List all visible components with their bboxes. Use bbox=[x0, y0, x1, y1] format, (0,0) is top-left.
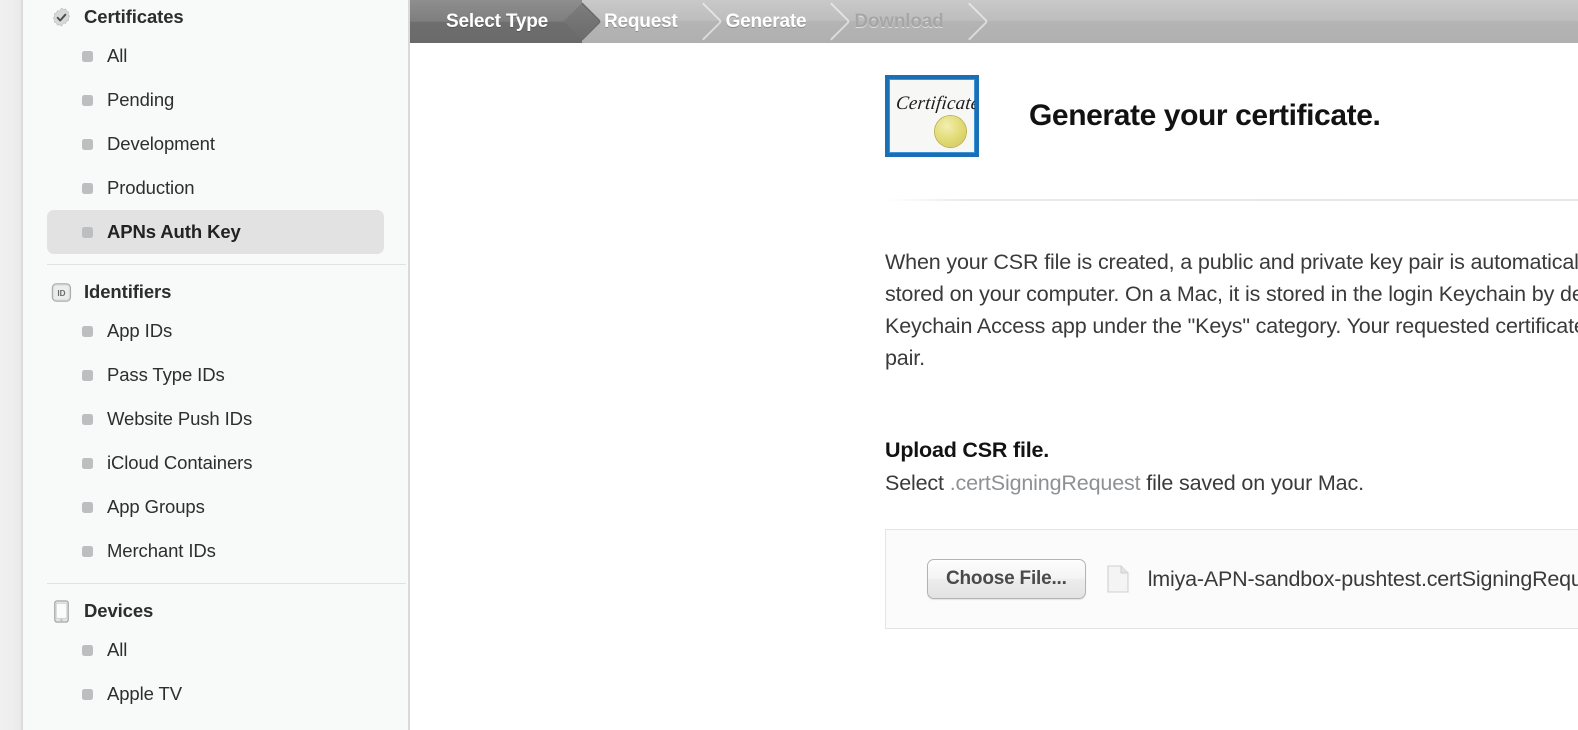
id-badge-icon: ID bbox=[51, 282, 72, 302]
step-label: Download bbox=[854, 10, 944, 32]
sidebar-item-label: Apple TV bbox=[107, 683, 182, 704]
description-paragraph: When your CSR file is created, a public … bbox=[885, 250, 1578, 370]
sidebar-item-label: App IDs bbox=[107, 320, 173, 341]
section-divider bbox=[885, 199, 1578, 201]
page-title: Generate your certificate. bbox=[1029, 99, 1381, 132]
step-download: Download bbox=[832, 0, 989, 43]
step-generate[interactable]: Generate bbox=[704, 0, 851, 43]
sidebar-item-devices-all[interactable]: All bbox=[47, 628, 384, 672]
document-file-icon bbox=[1107, 565, 1129, 593]
certificate-seal-icon bbox=[932, 113, 969, 150]
sidebar-item-website-push-ids[interactable]: Website Push IDs bbox=[47, 397, 384, 441]
step-progress-bar: Select Type Request Generate Download bbox=[410, 0, 1578, 43]
sidebar-item-certificates-production[interactable]: Production bbox=[47, 166, 384, 210]
upload-subtext-prefix: Select bbox=[885, 471, 950, 495]
sidebar-group-title: Certificates bbox=[84, 6, 184, 27]
sidebar-group-header-identifiers: ID Identifiers bbox=[47, 275, 384, 309]
sidebar-group-certificates: Certificates All Pending Development Pro… bbox=[23, 0, 408, 254]
sidebar-item-label: App Groups bbox=[107, 496, 205, 517]
main-content: Select Type Request Generate Download Ce… bbox=[410, 0, 1578, 730]
certificate-icon-word: Certificate bbox=[894, 93, 979, 114]
bullet-icon bbox=[82, 413, 93, 425]
sidebar-item-label: Merchant IDs bbox=[107, 540, 216, 561]
page-body: Certificate Generate your certificate. W… bbox=[410, 43, 1578, 629]
sidebar-item-label: All bbox=[107, 639, 128, 660]
app-window: Certificates All Pending Development Pro… bbox=[0, 0, 1578, 730]
sidebar-group-identifiers: ID Identifiers App IDs Pass Type IDs Web… bbox=[23, 275, 408, 573]
sidebar-item-label: iCloud Containers bbox=[107, 452, 253, 473]
sidebar-item-icloud-containers[interactable]: iCloud Containers bbox=[47, 441, 384, 485]
step-select-type[interactable]: Select Type bbox=[410, 0, 602, 43]
choose-file-button[interactable]: Choose File... bbox=[927, 559, 1086, 599]
bullet-icon bbox=[82, 50, 93, 62]
certificate-icon: Certificate bbox=[885, 75, 979, 157]
sidebar-item-label: APNs Auth Key bbox=[107, 221, 241, 242]
bullet-icon bbox=[82, 501, 93, 513]
sidebar-item-pass-type-ids[interactable]: Pass Type IDs bbox=[47, 353, 384, 397]
sidebar-item-app-groups[interactable]: App Groups bbox=[47, 485, 384, 529]
sidebar-item-label: Pass Type IDs bbox=[107, 364, 225, 385]
bullet-icon bbox=[82, 226, 93, 238]
sidebar-group-header-certificates: Certificates bbox=[47, 0, 384, 34]
bullet-icon bbox=[82, 138, 93, 150]
window-left-gutter bbox=[0, 0, 21, 730]
sidebar-item-app-ids[interactable]: App IDs bbox=[47, 309, 384, 353]
step-bar-filler bbox=[970, 0, 1578, 43]
bullet-icon bbox=[82, 688, 93, 700]
sidebar-divider bbox=[47, 583, 406, 584]
bullet-icon bbox=[82, 644, 93, 656]
sidebar-item-apns-auth-key[interactable]: APNs Auth Key bbox=[47, 210, 384, 254]
bullet-icon bbox=[82, 94, 93, 106]
step-label: Request bbox=[604, 10, 678, 32]
sidebar-item-devices-apple-tv[interactable]: Apple TV bbox=[47, 672, 384, 716]
upload-section-heading: Upload CSR file. bbox=[885, 438, 1050, 462]
bullet-icon bbox=[82, 545, 93, 557]
bullet-icon bbox=[82, 457, 93, 469]
sidebar-item-merchant-ids[interactable]: Merchant IDs bbox=[47, 529, 384, 573]
svg-text:ID: ID bbox=[57, 288, 65, 297]
bullet-icon bbox=[82, 325, 93, 337]
page-hero: Certificate Generate your certificate. bbox=[410, 43, 1578, 157]
selected-file-name: lmiya-APN-sandbox-pushtest.certSigningRe… bbox=[1147, 566, 1578, 591]
step-label: Generate bbox=[725, 10, 807, 32]
file-upload-box[interactable]: Choose File... lmiya-APN-sandbox-pushtes… bbox=[885, 529, 1578, 629]
sidebar-item-certificates-all[interactable]: All bbox=[47, 34, 384, 78]
device-icon bbox=[54, 599, 69, 623]
sidebar-group-title: Devices bbox=[84, 600, 154, 621]
sidebar-group-title: Identifiers bbox=[84, 281, 172, 302]
upload-subtext-suffix: file saved on your Mac. bbox=[1140, 471, 1364, 495]
sidebar-item-certificates-development[interactable]: Development bbox=[47, 122, 384, 166]
step-label: Select Type bbox=[446, 10, 548, 32]
upload-section-subtext: Select .certSigningRequest file saved on… bbox=[885, 471, 1578, 496]
sidebar-item-label: Production bbox=[107, 177, 195, 198]
sidebar-divider bbox=[47, 264, 406, 265]
sidebar-group-devices: Devices All Apple TV bbox=[23, 594, 408, 716]
sidebar-group-header-devices: Devices bbox=[47, 594, 384, 628]
upload-subtext-extension: .certSigningRequest bbox=[949, 471, 1141, 495]
sidebar: Certificates All Pending Development Pro… bbox=[23, 0, 410, 730]
sidebar-item-label: Website Push IDs bbox=[107, 408, 253, 429]
sidebar-item-label: Pending bbox=[107, 89, 175, 110]
sidebar-item-label: Development bbox=[107, 133, 215, 154]
seal-check-icon bbox=[52, 7, 71, 27]
sidebar-item-certificates-pending[interactable]: Pending bbox=[47, 78, 384, 122]
bullet-icon bbox=[82, 182, 93, 194]
sidebar-item-label: All bbox=[107, 45, 128, 66]
bullet-icon bbox=[82, 369, 93, 381]
